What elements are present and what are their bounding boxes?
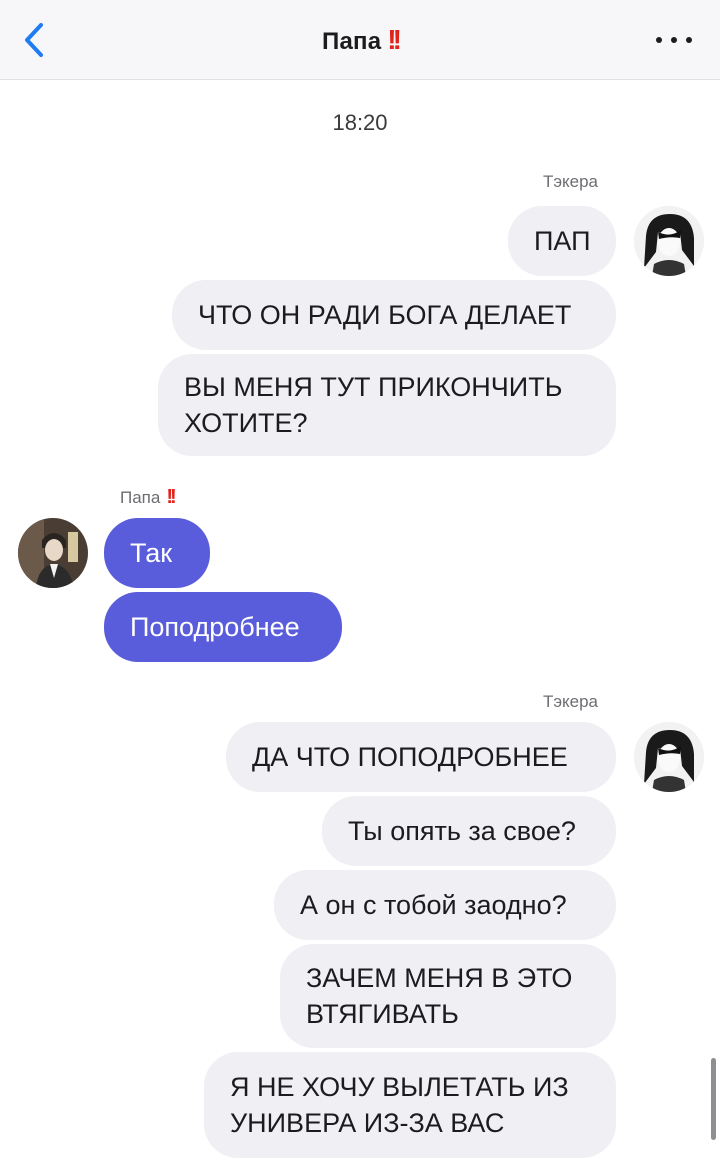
- scrollbar[interactable]: [711, 1058, 716, 1140]
- message-bubble-outgoing[interactable]: А он с тобой заодно?: [274, 870, 616, 940]
- chat-title: Папа!!: [0, 24, 720, 56]
- double-exclamation-icon: !!: [166, 486, 176, 508]
- double-exclamation-icon: !!: [387, 24, 402, 55]
- chat-header: Папа!!: [0, 0, 720, 80]
- message-bubble-outgoing[interactable]: Я НЕ ХОЧУ ВЫЛЕТАТЬ ИЗ УНИВЕРА ИЗ-ЗА ВАС: [204, 1052, 616, 1158]
- more-horizontal-icon: [656, 37, 662, 43]
- sender-name: Папа!!: [120, 486, 177, 509]
- message-bubble-outgoing[interactable]: ЗАЧЕМ МЕНЯ В ЭТО ВТЯГИВАТЬ: [280, 944, 616, 1048]
- avatar-image: [634, 722, 704, 792]
- avatar-tekera[interactable]: [634, 722, 704, 792]
- message-bubble-incoming[interactable]: Так: [104, 518, 210, 588]
- avatar-image: [634, 206, 704, 276]
- avatar-tekera[interactable]: [634, 206, 704, 276]
- sender-name-text: Папа: [120, 488, 161, 507]
- chat-screen: Папа!! 18:20 Тэкера ПАП ЧТО ОН РАДИ БОГА…: [0, 0, 720, 1174]
- message-bubble-outgoing[interactable]: ПАП: [508, 206, 616, 276]
- message-timestamp: 18:20: [332, 110, 388, 135]
- sender-name: Тэкера: [542, 172, 598, 191]
- more-button[interactable]: [656, 26, 692, 54]
- message-bubble-outgoing[interactable]: ВЫ МЕНЯ ТУТ ПРИКОНЧИТЬ ХОТИТЕ?: [158, 354, 616, 456]
- message-bubble-outgoing[interactable]: ДА ЧТО ПОПОДРОБНЕЕ: [226, 722, 616, 792]
- message-bubble-outgoing[interactable]: ЧТО ОН РАДИ БОГА ДЕЛАЕТ: [172, 280, 616, 350]
- chat-title-text: Папа: [322, 28, 382, 55]
- message-bubble-incoming[interactable]: Поподробнее: [104, 592, 342, 662]
- avatar-papa[interactable]: [18, 518, 88, 588]
- avatar-image: [18, 518, 88, 588]
- message-bubble-outgoing[interactable]: Ты опять за свое?: [322, 796, 616, 866]
- sender-name: Тэкера: [542, 692, 598, 711]
